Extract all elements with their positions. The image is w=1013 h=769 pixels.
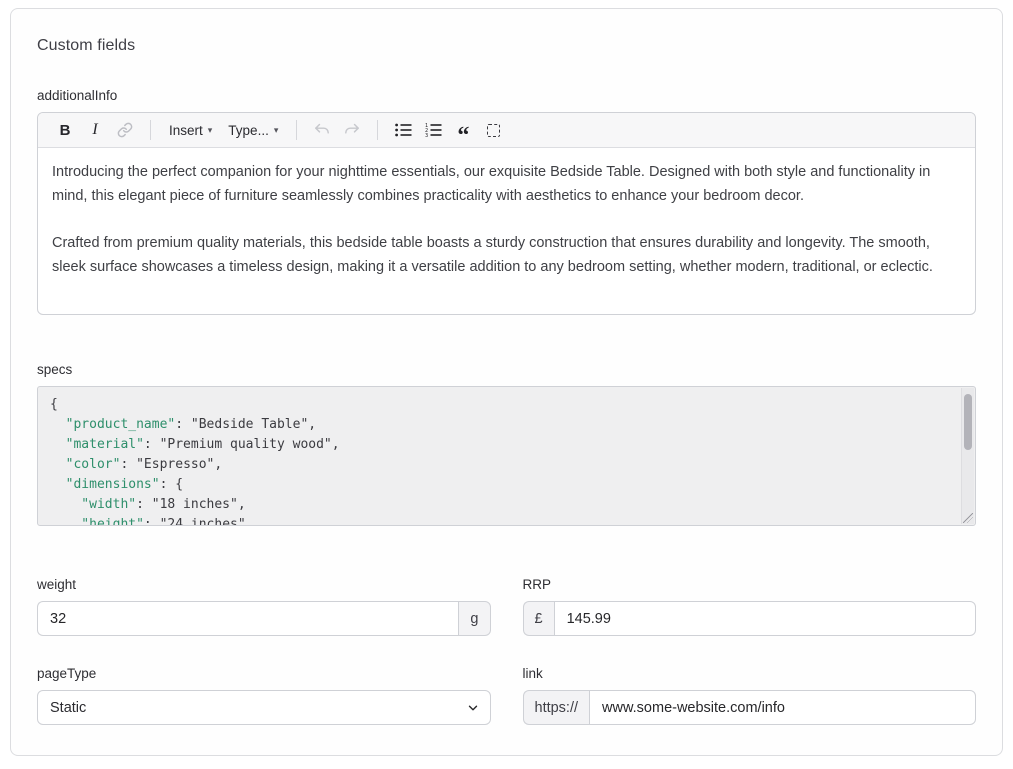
undo-button[interactable] — [309, 117, 335, 143]
code-line: { — [50, 395, 951, 415]
rrp-currency-addon: £ — [523, 601, 554, 636]
editor-paragraph: Introducing the perfect companion for yo… — [52, 161, 961, 208]
type-dropdown[interactable]: Type... ▾ — [222, 117, 284, 143]
custom-fields-card: Custom fields additionalInfo B I Insert … — [10, 8, 1003, 756]
code-line: "color": "Espresso", — [50, 455, 951, 475]
redo-button[interactable] — [339, 117, 365, 143]
blockquote-button[interactable]: “ — [450, 117, 476, 143]
toolbar-divider — [377, 120, 378, 140]
bullet-list-button[interactable] — [390, 117, 416, 143]
toolbar-divider — [150, 120, 151, 140]
insert-dropdown[interactable]: Insert ▾ — [163, 117, 218, 143]
weight-unit-addon: g — [458, 601, 490, 636]
specs-label: specs — [37, 362, 976, 377]
code-line: "material": "Premium quality wood", — [50, 435, 951, 455]
link-icon — [117, 122, 133, 138]
link-button[interactable] — [112, 117, 138, 143]
link-field-group: link https:// — [523, 666, 977, 725]
code-line: "width": "18 inches", — [50, 495, 951, 515]
rrp-label: RRP — [523, 577, 977, 592]
specs-code-editor[interactable]: { "product_name": "Bedside Table", "mate… — [37, 386, 976, 526]
chevron-down-icon — [466, 701, 480, 715]
page-type-label: pageType — [37, 666, 491, 681]
section-title: Custom fields — [37, 37, 976, 55]
weight-field-group: weight g — [37, 577, 491, 636]
toolbar-divider — [296, 120, 297, 140]
specs-scrollbar-thumb[interactable] — [964, 394, 972, 450]
container-block-button[interactable] — [480, 117, 506, 143]
link-input[interactable] — [589, 690, 976, 725]
ordered-list-icon: 1 2 3 — [425, 123, 442, 137]
page-type-field-group: pageType Static — [37, 666, 491, 725]
code-line: "dimensions": { — [50, 475, 951, 495]
editor-paragraph: Crafted from premium quality materials, … — [52, 232, 961, 279]
bullet-list-icon — [395, 123, 412, 137]
link-label: link — [523, 666, 977, 681]
weight-input[interactable] — [37, 601, 458, 636]
redo-icon — [343, 122, 361, 138]
specs-scrollbar-track[interactable] — [961, 388, 974, 524]
editor-toolbar: B I Insert ▾ Type... ▾ — [38, 113, 975, 148]
page-type-selected-value: Static — [50, 700, 86, 716]
insert-dropdown-label: Insert — [169, 123, 203, 138]
code-line: "height": "24 inches" — [50, 515, 951, 526]
additional-info-label: additionalInfo — [37, 88, 976, 103]
bold-button[interactable]: B — [52, 117, 78, 143]
rrp-input[interactable] — [554, 601, 976, 636]
chevron-down-icon: ▾ — [208, 126, 213, 136]
blockquote-icon: “ — [457, 119, 469, 141]
link-protocol-addon: https:// — [523, 690, 590, 725]
specs-resize-handle[interactable] — [963, 513, 973, 523]
rich-text-editor: B I Insert ▾ Type... ▾ — [37, 112, 976, 315]
rrp-field-group: RRP £ — [523, 577, 977, 636]
code-line: "product_name": "Bedside Table", — [50, 415, 951, 435]
dashed-box-icon — [487, 124, 500, 137]
specs-code: { "product_name": "Bedside Table", "mate… — [50, 395, 951, 526]
weight-label: weight — [37, 577, 491, 592]
italic-button[interactable]: I — [82, 117, 108, 143]
type-dropdown-label: Type... — [228, 123, 269, 138]
svg-text:3: 3 — [425, 133, 428, 137]
page-type-select[interactable]: Static — [37, 690, 491, 725]
editor-content[interactable]: Introducing the perfect companion for yo… — [38, 148, 975, 314]
undo-icon — [313, 122, 331, 138]
chevron-down-icon: ▾ — [274, 126, 279, 136]
ordered-list-button[interactable]: 1 2 3 — [420, 117, 446, 143]
